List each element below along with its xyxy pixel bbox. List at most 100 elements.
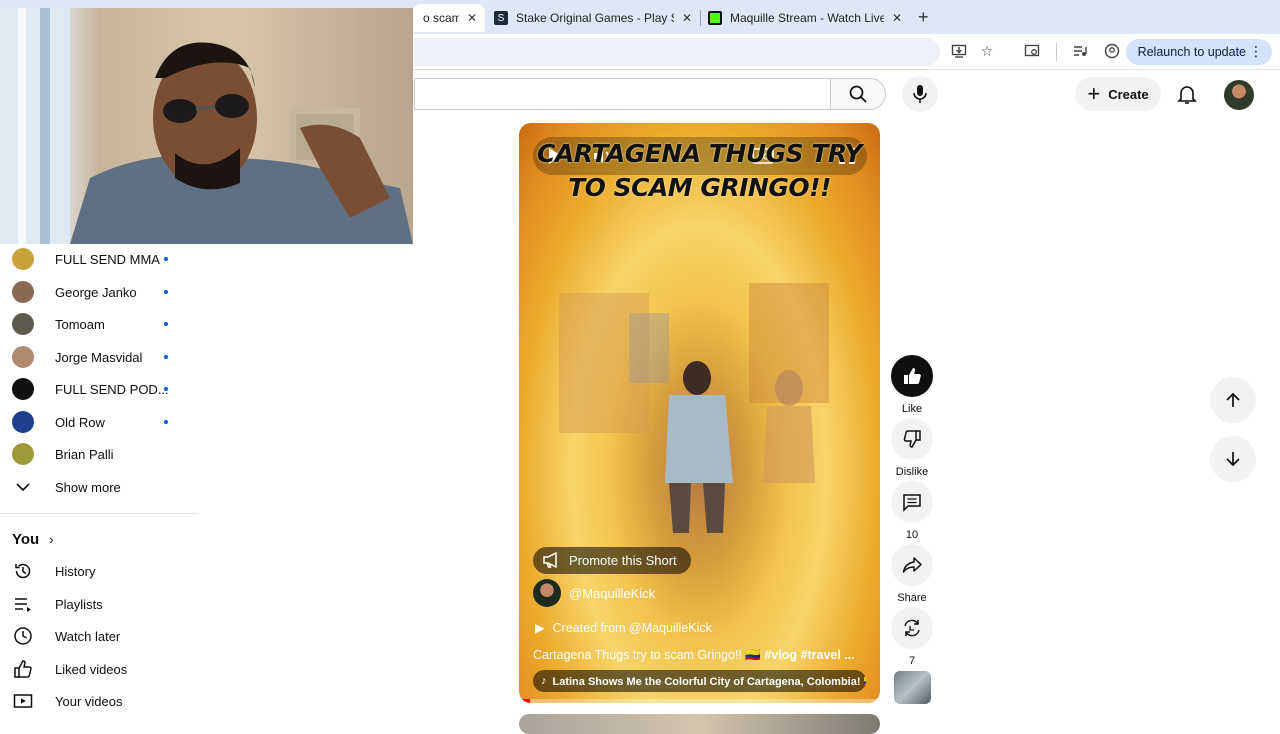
sidebar-item-playlists[interactable]: Playlists [0, 589, 200, 619]
subscription-name: Jorge Masvidal [55, 349, 143, 365]
history-icon [12, 560, 34, 582]
account-avatar[interactable] [1224, 80, 1254, 110]
dislike-action[interactable]: Dislike [891, 418, 933, 478]
subscription-name: George Janko [55, 284, 137, 300]
sidebar-subscription-george-janko[interactable]: George Janko [0, 277, 200, 307]
short-video-player[interactable]: CC ⋮ CARTAGENA THUGS TRY TO SCAM GRINGO!… [519, 123, 880, 703]
channel-handle[interactable]: @MaquilleKick [569, 586, 655, 601]
channel-avatar [12, 281, 34, 303]
webcam-person [0, 8, 413, 244]
promote-short-button[interactable]: Promote this Short [533, 547, 691, 574]
create-button[interactable]: + Create [1075, 77, 1161, 111]
browser-tab-stake[interactable]: S Stake Original Games - Play S ✕ [486, 4, 700, 32]
subscription-name: FULL SEND POD... [55, 381, 169, 397]
sidebar-subscription-jorge-masvidal[interactable]: Jorge Masvidal [0, 342, 200, 372]
next-short-preview[interactable] [519, 714, 880, 734]
description-text: Cartagena Thugs try to scam Gringo!! 🇨🇴 [533, 648, 761, 662]
channel-avatar[interactable] [533, 579, 561, 607]
video-frame [559, 283, 829, 533]
share-button[interactable] [891, 544, 933, 586]
remix-button[interactable] [891, 607, 933, 649]
browser-tab-maquille[interactable]: Maquille Stream - Watch Live ✕ [700, 4, 910, 32]
playlists-label: Playlists [55, 596, 103, 612]
like-label: Like [901, 403, 923, 415]
comments-count: 10 [905, 529, 919, 541]
remix-action[interactable]: 7 [891, 607, 933, 667]
tab-close-icon[interactable]: ✕ [467, 11, 477, 25]
description-hashtags[interactable]: #vlog #travel ... [764, 648, 854, 662]
dislike-button[interactable] [891, 418, 933, 460]
share-action[interactable]: Share [891, 544, 933, 604]
like-button[interactable] [891, 355, 933, 397]
webcam-overlay [0, 8, 413, 244]
music-attribution[interactable]: ♪ Latina Shows Me the Colorful City of C… [533, 670, 866, 692]
create-label: Create [1108, 86, 1149, 102]
search-tabs-icon[interactable] [1021, 40, 1043, 62]
sidebar-item-history[interactable]: History [0, 556, 200, 586]
subscription-name: Brian Palli [55, 446, 114, 462]
liked-videos-label: Liked videos [55, 661, 128, 677]
bookmark-star-icon[interactable]: ☆ [976, 40, 998, 62]
liked-icon [12, 658, 34, 680]
relaunch-to-update-button[interactable]: Relaunch to update ⋮ [1125, 39, 1272, 65]
tab-title: Maquille Stream - Watch Live [730, 11, 884, 25]
browser-tab-active[interactable]: o scam ✕ [413, 4, 485, 32]
search-icon [849, 85, 867, 103]
watch-later-icon [12, 625, 34, 647]
notifications-button[interactable] [1175, 82, 1199, 106]
sidebar-item-your-videos[interactable]: Your videos [0, 686, 200, 716]
your-videos-icon [12, 690, 34, 712]
sidebar-item-liked-videos[interactable]: Liked videos [0, 654, 200, 684]
sidebar-you-header[interactable]: You › [12, 531, 54, 548]
sidebar-subscription-tomoam[interactable]: Tomoam [0, 309, 200, 339]
channel-avatar [12, 378, 34, 400]
sidebar-show-more[interactable]: Show more [0, 472, 200, 502]
sidebar-subscription-brian-palli[interactable]: Brian Palli [0, 439, 200, 469]
thumbs-up-icon [904, 368, 921, 384]
comments-action[interactable]: 10 [891, 481, 933, 541]
created-from-link[interactable]: ▶ Created from @MaquilleKick [535, 620, 712, 636]
browser-menu-icon[interactable]: ⋮ [1249, 43, 1263, 60]
sidebar-divider [0, 513, 197, 514]
short-description[interactable]: Cartagena Thugs try to scam Gringo!! 🇨🇴 … [533, 648, 867, 663]
tab-title: Stake Original Games - Play S [516, 11, 674, 25]
channel-avatar [12, 411, 34, 433]
progress-fill [519, 699, 530, 703]
tab-close-icon[interactable]: ✕ [892, 11, 902, 25]
profile-icon[interactable] [1101, 40, 1123, 62]
remix-icon [904, 619, 920, 637]
voice-search-button[interactable] [902, 76, 938, 112]
sidebar-subscription-old-row[interactable]: Old Row [0, 407, 200, 437]
playlists-icon [12, 593, 34, 615]
tab-close-icon[interactable]: ✕ [682, 11, 692, 25]
show-more-label: Show more [55, 479, 121, 495]
next-short-button[interactable] [1210, 436, 1256, 482]
sidebar-subscription-full-send-mma[interactable]: FULL SEND MMA [0, 244, 200, 274]
arrow-down-icon [1226, 452, 1240, 467]
search-input[interactable] [414, 78, 832, 110]
sound-thumbnail[interactable] [894, 671, 931, 704]
sidebar-item-watch-later[interactable]: Watch later [0, 621, 200, 651]
like-action[interactable]: Like [891, 355, 933, 415]
stake-favicon-icon: S [494, 11, 508, 25]
video-progress-bar[interactable] [519, 699, 880, 703]
previous-short-button[interactable] [1210, 377, 1256, 423]
title-line-2: TO SCAM GRINGO!! [568, 173, 831, 202]
created-from-label: Created from @MaquilleKick [552, 620, 712, 635]
arrow-up-icon [1226, 392, 1240, 407]
your-videos-label: Your videos [55, 693, 123, 709]
megaphone-icon [543, 551, 561, 571]
channel-info[interactable]: @MaquilleKick [533, 579, 655, 607]
search-button[interactable] [830, 78, 886, 110]
microphone-icon [913, 85, 927, 103]
media-control-icon[interactable] [1069, 40, 1091, 62]
bell-icon [1177, 86, 1197, 104]
tab-title: o scam [423, 11, 459, 25]
music-note-icon: ♪ [541, 675, 547, 687]
install-app-icon[interactable] [948, 40, 970, 62]
music-title: Latina Shows Me the Colorful City of Car… [552, 675, 867, 688]
sidebar-subscription-full-send-podcast[interactable]: FULL SEND POD... [0, 374, 200, 404]
play-small-icon: ▶ [535, 621, 545, 635]
comments-button[interactable] [891, 481, 933, 523]
new-tab-button[interactable]: + [918, 7, 929, 28]
